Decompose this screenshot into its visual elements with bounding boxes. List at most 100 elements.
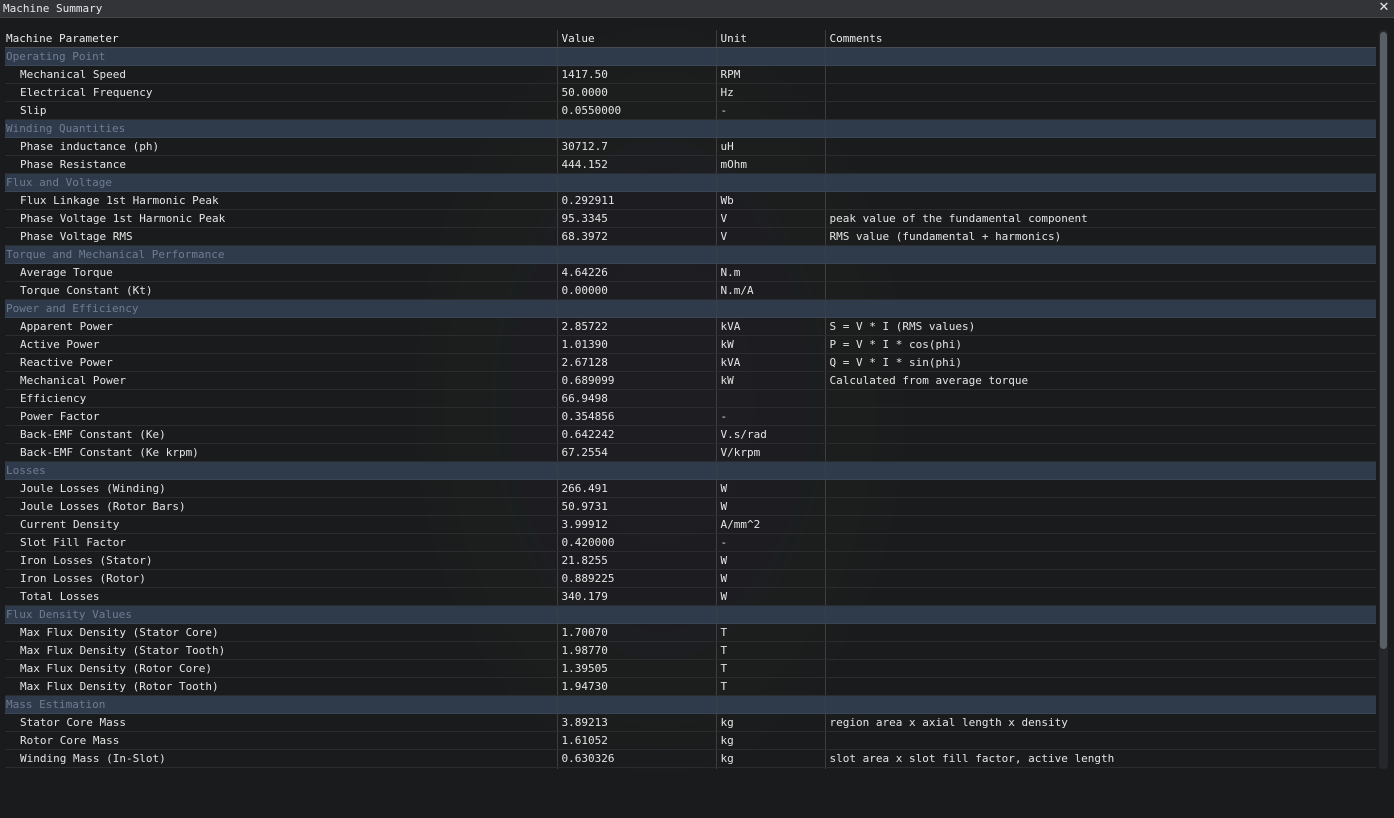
scrollbar-thumb[interactable] xyxy=(1380,32,1387,649)
parameter-name-cell: Mechanical Power xyxy=(5,371,558,390)
section-cell xyxy=(716,461,826,480)
table-row[interactable]: Phase Resistance 444.152 mOhm xyxy=(5,155,1376,174)
section-row: Flux and Voltage xyxy=(5,173,1376,192)
header-unit[interactable]: Unit xyxy=(716,30,826,48)
comment-cell xyxy=(825,533,1376,552)
parameter-name-cell: Flux Linkage 1st Harmonic Peak xyxy=(5,191,558,210)
table-row[interactable]: Joule Losses (Winding) 266.491 W xyxy=(5,479,1376,498)
value-cell: 0.834957 xyxy=(557,767,717,769)
value-cell: 1.61052 xyxy=(557,731,717,750)
comment-cell: Calculated from average torque xyxy=(825,371,1376,390)
table-row[interactable]: Mechanical Speed 1417.50 RPM xyxy=(5,65,1376,84)
parameter-name-cell: Electrical Frequency xyxy=(5,83,558,102)
section-cell xyxy=(716,245,826,264)
table-row[interactable]: Phase inductance (ph) 30712.7 uH xyxy=(5,137,1376,156)
parameter-name-cell: Slot Fill Factor xyxy=(5,533,558,552)
section-cell xyxy=(557,299,717,318)
table-row[interactable]: Power Factor 0.354856- xyxy=(5,407,1376,426)
table-row[interactable]: Max Flux Density (Rotor Core) 1.39505 T xyxy=(5,659,1376,678)
value-cell: 95.3345 xyxy=(557,209,717,228)
comment-cell xyxy=(825,587,1376,606)
section-row: Torque and Mechanical Performance xyxy=(5,245,1376,264)
table-row[interactable]: Slot Fill Factor 0.420000- xyxy=(5,533,1376,552)
parameter-name-cell: Max Flux Density (Stator Core) xyxy=(5,623,558,642)
table-row[interactable]: Phase Voltage RMS 68.3972 V RMS value (fund… xyxy=(5,227,1376,246)
comment-cell xyxy=(825,443,1376,462)
value-cell: 30712.7 xyxy=(557,137,717,156)
table-row[interactable]: Current Density 3.99912 A/mm^2 xyxy=(5,515,1376,534)
unit-cell: kW xyxy=(716,371,826,390)
table-row[interactable]: Slip 0.0550000- xyxy=(5,101,1376,120)
parameter-name-cell: Max Flux Density (Rotor Tooth) xyxy=(5,677,558,696)
parameter-name-cell: Max Flux Density (Stator Tooth) xyxy=(5,641,558,660)
header-machine-parameter[interactable]: Machine Parameter xyxy=(5,30,558,48)
comment-cell xyxy=(825,407,1376,426)
table-row[interactable]: Torque Constant (Kt) 0.00000 N.m/A xyxy=(5,281,1376,300)
table-row[interactable]: End-Winding Mass0.834957kganalytical: ha… xyxy=(5,767,1376,769)
table-row[interactable]: Max Flux Density (Stator Core) 1.70070 T xyxy=(5,623,1376,642)
table-row[interactable]: Rotor Core Mass 1.61052 kg xyxy=(5,731,1376,750)
section-row: Operating Point xyxy=(5,47,1376,66)
unit-cell: W xyxy=(716,587,826,606)
table-row[interactable]: Stator Core Mass 3.89213 kg region area x a… xyxy=(5,713,1376,732)
table-row[interactable]: Apparent Power 2.85722 kVA S = V * I (RMS v… xyxy=(5,317,1376,336)
table-row[interactable]: Back-EMF Constant (Ke krpm) 67.2554 V/krpm xyxy=(5,443,1376,462)
unit-cell: RPM xyxy=(716,65,826,84)
close-icon[interactable]: ✕ xyxy=(1377,0,1391,16)
table-row[interactable]: Total Losses 340.179 W xyxy=(5,587,1376,606)
value-cell: 444.152 xyxy=(557,155,717,174)
header-value[interactable]: Value xyxy=(557,30,717,48)
comment-cell xyxy=(825,191,1376,210)
table-row[interactable]: Iron Losses (Rotor) 0.889225 W xyxy=(5,569,1376,588)
parameter-name-cell: Reactive Power xyxy=(5,353,558,372)
unit-cell: kg xyxy=(716,731,826,750)
table-row[interactable]: Max Flux Density (Rotor Tooth) 1.94730 T xyxy=(5,677,1376,696)
table-row[interactable]: Reactive Power 2.67128 kVA Q = V * I * sin(… xyxy=(5,353,1376,372)
comment-cell xyxy=(825,569,1376,588)
header-comments[interactable]: Comments xyxy=(825,30,1376,48)
parameter-name-cell: Power Factor xyxy=(5,407,558,426)
table-row[interactable]: Electrical Frequency 50.0000 Hz xyxy=(5,83,1376,102)
unit-cell: W xyxy=(716,497,826,516)
table-row[interactable]: Max Flux Density (Stator Tooth) 1.98770 T xyxy=(5,641,1376,660)
section-cell xyxy=(557,173,717,192)
table-row[interactable]: Winding Mass (In-Slot) 0.630326 kg slot are… xyxy=(5,749,1376,768)
comment-cell: peak value of the fundamental component xyxy=(825,209,1376,228)
unit-cell: kg xyxy=(716,749,826,768)
unit-cell: V/krpm xyxy=(716,443,826,462)
table-row[interactable]: Flux Linkage 1st Harmonic Peak 0.292911 Wb xyxy=(5,191,1376,210)
table-row[interactable]: Phase Voltage 1st Harmonic Peak 95.3345 Vp… xyxy=(5,209,1376,228)
table-header-row: Machine Parameter Value Unit Comments xyxy=(5,30,1376,48)
table-row[interactable]: Efficiency 66.9498 xyxy=(5,389,1376,408)
unit-cell: kVA xyxy=(716,317,826,336)
section-row: Power and Efficiency xyxy=(5,299,1376,318)
value-cell: 0.889225 xyxy=(557,569,717,588)
section-cell xyxy=(825,47,1376,66)
section-title: Winding Quantities xyxy=(5,119,558,138)
table-row[interactable]: Active Power 1.01390 kW P = V * I * cos(phi… xyxy=(5,335,1376,354)
value-cell: 2.67128 xyxy=(557,353,717,372)
value-cell: 21.8255 xyxy=(557,551,717,570)
section-cell xyxy=(825,119,1376,138)
unit-cell: mOhm xyxy=(716,155,826,174)
section-row: Flux Density Values xyxy=(5,605,1376,624)
unit-cell: kg xyxy=(716,713,826,732)
parameter-name-cell: Mechanical Speed xyxy=(5,65,558,84)
machine-summary-window: Machine Summary ✕ Machine Parameter Valu… xyxy=(0,0,1394,818)
vertical-scrollbar[interactable] xyxy=(1379,30,1388,769)
unit-cell: - xyxy=(716,533,826,552)
table-row[interactable]: Joule Losses (Rotor Bars) 50.9731 W xyxy=(5,497,1376,516)
table-row[interactable]: Back-EMF Constant (Ke) 0.642242 V.s/rad xyxy=(5,425,1376,444)
comment-cell: analytical: half-arc + extension per coi… xyxy=(825,767,1376,769)
value-cell: 67.2554 xyxy=(557,443,717,462)
parameter-name-cell: Back-EMF Constant (Ke) xyxy=(5,425,558,444)
comment-cell xyxy=(825,731,1376,750)
table-row[interactable]: Average Torque 4.64226 N.m xyxy=(5,263,1376,282)
table-row[interactable]: Iron Losses (Stator) 21.8255 W xyxy=(5,551,1376,570)
table-row[interactable]: Mechanical Power 0.689099 kW Calculated fro… xyxy=(5,371,1376,390)
title-bar[interactable]: Machine Summary ✕ xyxy=(0,0,1394,18)
unit-cell: V.s/rad xyxy=(716,425,826,444)
unit-cell: W xyxy=(716,551,826,570)
comment-cell xyxy=(825,641,1376,660)
summary-table-container[interactable]: Machine Parameter Value Unit Comments Op… xyxy=(5,30,1376,769)
